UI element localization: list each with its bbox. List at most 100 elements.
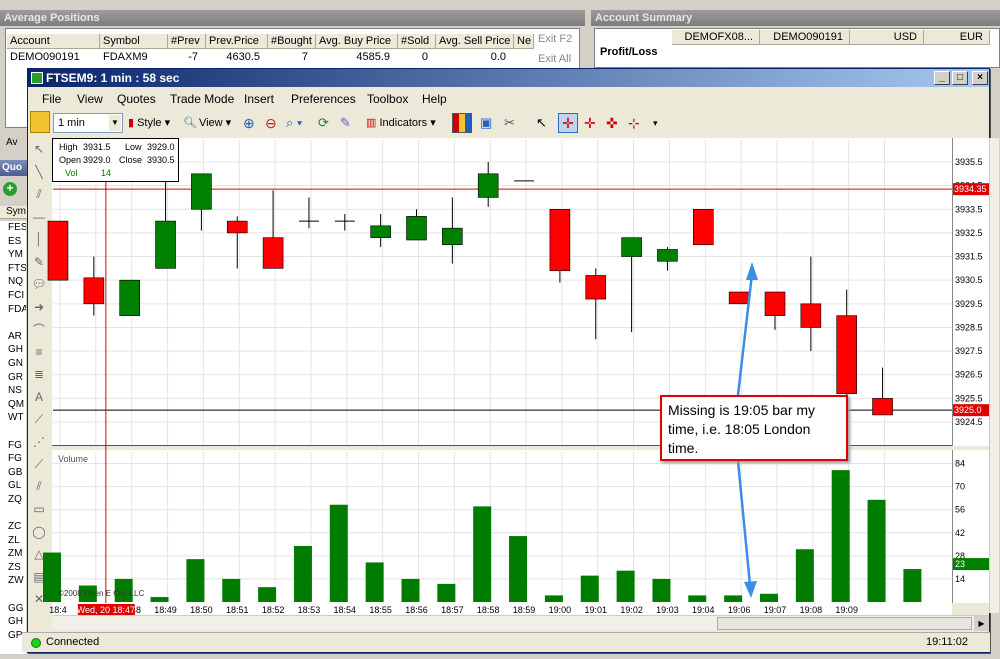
cursor-time-label: Wed, 20 18:47 xyxy=(77,605,135,615)
volume-bar xyxy=(437,583,456,602)
price-tick-label: 3929.5 xyxy=(955,299,983,309)
time-tick-label: 18:49 xyxy=(154,605,177,615)
candle-up xyxy=(477,173,499,198)
candle-up xyxy=(406,216,427,241)
volume-bar xyxy=(365,562,384,602)
time-tick-label: 19:06 xyxy=(728,605,751,615)
time-tick-label: 18:54 xyxy=(334,605,357,615)
close-label: Close xyxy=(119,155,143,165)
chart-svg: 3935.53934.53933.53932.53931.53930.53929… xyxy=(43,140,989,615)
candle-down xyxy=(692,208,714,246)
candle-up xyxy=(442,227,463,246)
scroll-thumb[interactable] xyxy=(717,617,972,630)
time-tick-label: 19:08 xyxy=(800,605,823,615)
time-tick-label: 18:57 xyxy=(441,605,464,615)
price-tick-label: 3925.5 xyxy=(955,393,983,403)
volume-bar xyxy=(258,587,277,602)
high-value: 3931.5 xyxy=(83,142,111,152)
time-tick-label: 19:09 xyxy=(835,605,858,615)
candle-down xyxy=(585,275,607,300)
candle-up xyxy=(191,173,212,210)
volume-tick-label: 14 xyxy=(955,574,965,584)
volume-bar xyxy=(795,549,814,602)
price-tick-label: 3932.5 xyxy=(955,228,983,238)
volume-bar xyxy=(867,499,886,602)
status-bar: Connected 19:11:02 xyxy=(22,632,990,652)
volume-bar xyxy=(222,578,241,602)
red-price-label: 3934.35 xyxy=(954,184,987,194)
price-tick-label: 3927.5 xyxy=(955,346,983,356)
candle-down xyxy=(549,208,571,272)
time-tick-label: 18:53 xyxy=(298,605,321,615)
candle-down xyxy=(83,277,105,305)
scroll-right-icon[interactable]: ▶ xyxy=(974,616,989,631)
candle-up xyxy=(657,249,678,262)
time-tick-label: 18:51 xyxy=(226,605,249,615)
candle-up xyxy=(621,237,642,257)
annotation-arrow-down xyxy=(736,460,752,586)
time-tick-label: 18:59 xyxy=(513,605,536,615)
volume-bar xyxy=(580,575,599,602)
time-tick-label: 19:01 xyxy=(584,605,607,615)
candle-up xyxy=(155,220,176,269)
time-tick-label: 19:03 xyxy=(656,605,679,615)
price-tick-label: 3926.5 xyxy=(955,370,983,380)
time-tick-label: 18:56 xyxy=(405,605,428,615)
candle-down xyxy=(872,398,893,416)
time-tick-label: 19:02 xyxy=(620,605,643,615)
vertical-scrollbar[interactable] xyxy=(989,138,999,613)
volume-title: Volume xyxy=(58,454,89,464)
price-tick-label: 3933.5 xyxy=(955,204,983,214)
horizontal-scrollbar[interactable]: ▶ xyxy=(52,615,989,631)
volume-bar xyxy=(688,595,707,602)
candle-down xyxy=(47,220,69,281)
price-tick-label: 3931.5 xyxy=(955,252,983,262)
price-tick-label: 3928.5 xyxy=(955,322,983,332)
time-tick-label: 19:04 xyxy=(692,605,715,615)
candle-down xyxy=(226,220,248,234)
volume-bar xyxy=(544,595,563,602)
candle-down xyxy=(836,315,858,394)
volume-bar xyxy=(616,570,635,602)
candle-down xyxy=(262,237,284,269)
ohlc-info-box: High 3931.5 Low 3929.0 Open 3929.0 Close… xyxy=(52,138,179,182)
copyright-text: ©2008 Open E Cry, LLC xyxy=(58,589,145,598)
open-value: 3929.0 xyxy=(83,155,111,165)
candle-up xyxy=(119,279,140,316)
volume-bar xyxy=(150,597,169,602)
last-volume-label: 23 xyxy=(955,559,965,569)
price-tick-label: 3924.5 xyxy=(955,417,983,427)
high-label: High xyxy=(59,142,78,152)
volume-bar xyxy=(903,569,922,602)
time-tick-label: 18:55 xyxy=(369,605,392,615)
volume-tick-label: 56 xyxy=(955,505,965,515)
candle-down xyxy=(800,303,822,328)
price-tick-label: 3930.5 xyxy=(955,275,983,285)
annotation-box: Missing is 19:05 bar my time, i.e. 18:05… xyxy=(660,395,848,461)
volume-bar xyxy=(831,470,850,602)
volume-bar xyxy=(401,578,420,602)
candle-down xyxy=(764,291,786,316)
volume-bar xyxy=(186,559,205,602)
volume-tick-label: 84 xyxy=(955,459,965,469)
volume-bar xyxy=(473,506,492,602)
volume-tick-label: 42 xyxy=(955,528,965,538)
volume-bar xyxy=(760,593,778,602)
arrow-head-up-icon xyxy=(746,262,758,280)
low-value: 3929.0 xyxy=(147,142,175,152)
candle-up xyxy=(370,225,391,238)
candle-down xyxy=(728,291,750,305)
price-tick-label: 3935.5 xyxy=(955,157,983,167)
time-tick-label: 18:50 xyxy=(190,605,213,615)
black-price-label: 3925.0 xyxy=(954,405,982,415)
connection-status: Connected xyxy=(46,636,100,648)
connection-status-icon xyxy=(31,638,41,648)
open-label: Open xyxy=(59,155,82,165)
time-tick-label: 18:4 xyxy=(49,605,67,615)
arrow-head-down-icon xyxy=(744,581,757,598)
time-tick-label: 18:52 xyxy=(262,605,285,615)
vol-label: Vol xyxy=(65,168,78,178)
low-label: Low xyxy=(125,142,142,152)
time-tick-label: 18:58 xyxy=(477,605,500,615)
close-value: 3930.5 xyxy=(147,155,175,165)
